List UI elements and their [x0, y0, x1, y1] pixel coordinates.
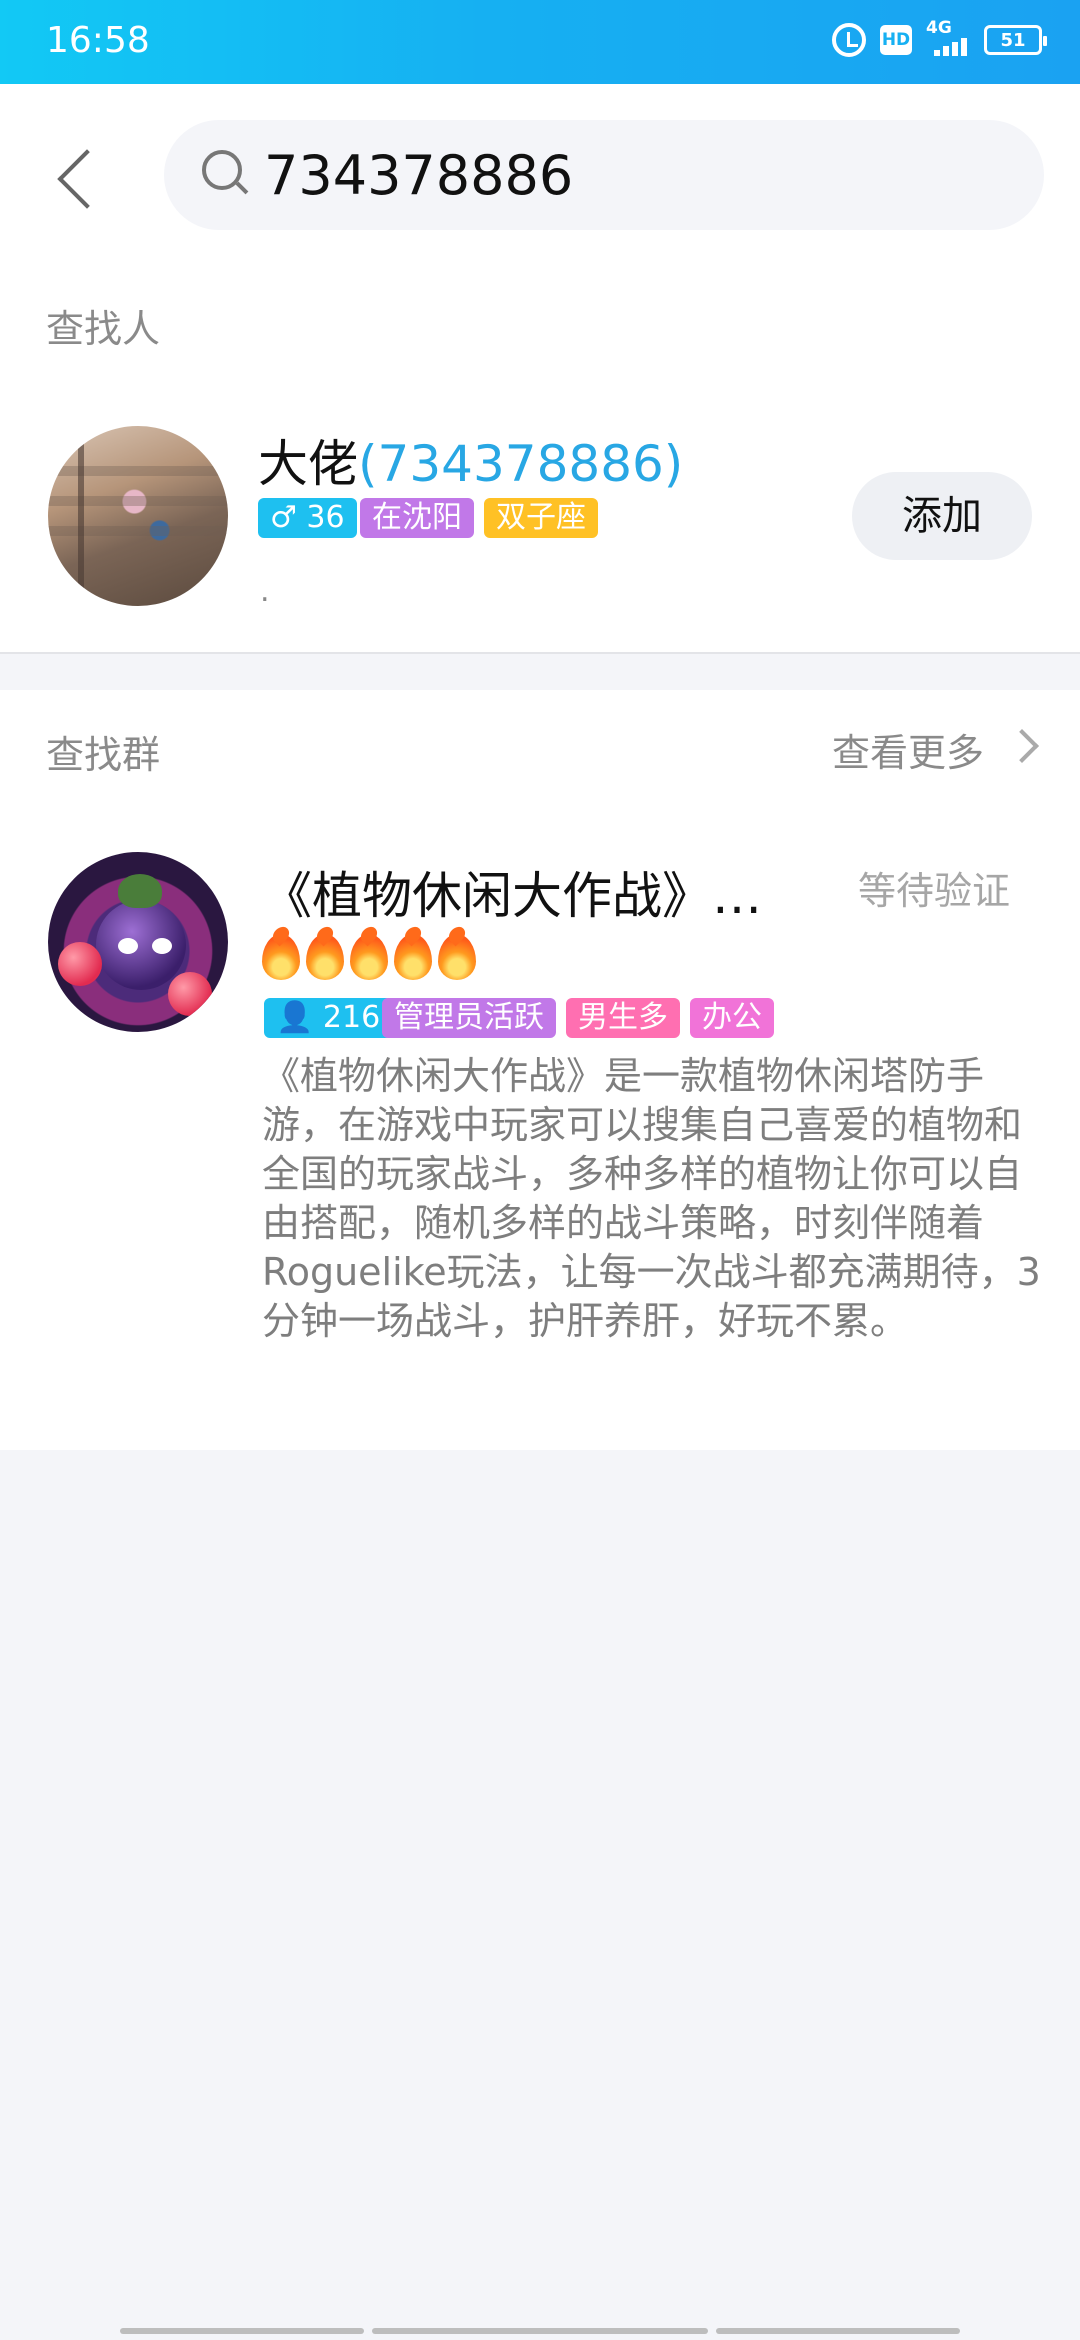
user-tag-location: 在沈阳: [360, 498, 474, 538]
fire-icon: [394, 934, 432, 980]
people-section-title: 查找人: [46, 307, 161, 351]
status-icons: HD 4G 51: [832, 18, 1047, 58]
signal-icon: 4G: [926, 18, 970, 58]
fire-icon: [306, 934, 344, 980]
user-nickname: 大佬: [258, 435, 358, 493]
alarm-icon: [832, 23, 866, 57]
nav-gesture-bar-left[interactable]: [120, 2328, 364, 2334]
battery-icon: 51: [984, 25, 1047, 55]
hd-icon: HD: [880, 25, 912, 55]
fire-icon: [350, 934, 388, 980]
group-section-title: 查找群: [46, 733, 161, 777]
search-input[interactable]: 734378886: [164, 120, 1044, 230]
status-bar: 16:58 HD 4G 51: [0, 0, 1080, 84]
group-name[interactable]: 《植物休闲大作战》…: [262, 856, 762, 928]
user-avatar[interactable]: [48, 426, 228, 606]
group-tag-office: 办公: [690, 998, 774, 1038]
user-name[interactable]: 大佬(734378886): [258, 424, 683, 496]
user-signature: .: [260, 574, 270, 609]
group-description: 《植物休闲大作战》是一款植物休闲塔防手游，在游戏中玩家可以搜集自己喜爱的植物和全…: [262, 1054, 1041, 1343]
group-tag-members: 👤 216: [264, 998, 393, 1038]
battery-level: 51: [1000, 29, 1026, 51]
add-friend-button[interactable]: 添加: [852, 472, 1032, 560]
network-type-label: 4G: [926, 18, 952, 38]
group-tag-mostly-male: 男生多: [566, 998, 680, 1038]
nav-gesture-bar-center[interactable]: [372, 2328, 708, 2334]
user-tag-gender-age: ♂ 36: [258, 498, 357, 538]
status-time: 16:58: [46, 20, 150, 61]
search-input-value[interactable]: 734378886: [264, 144, 573, 207]
search-icon: [202, 150, 249, 196]
fire-icon: [438, 934, 476, 980]
group-avatar[interactable]: [48, 852, 228, 1032]
group-status: 等待验证: [858, 869, 1011, 913]
nav-gesture-bar-right[interactable]: [716, 2328, 960, 2334]
group-tag-admin-active: 管理员活跃: [382, 998, 556, 1038]
fire-icon: [262, 934, 300, 980]
section-divider: [0, 652, 1080, 654]
user-id: (734378886): [358, 435, 684, 493]
group-activity-rating: [262, 934, 476, 980]
see-more-link[interactable]: 查看更多: [832, 722, 984, 777]
back-button[interactable]: [48, 136, 104, 216]
user-tag-zodiac: 双子座: [484, 498, 598, 538]
